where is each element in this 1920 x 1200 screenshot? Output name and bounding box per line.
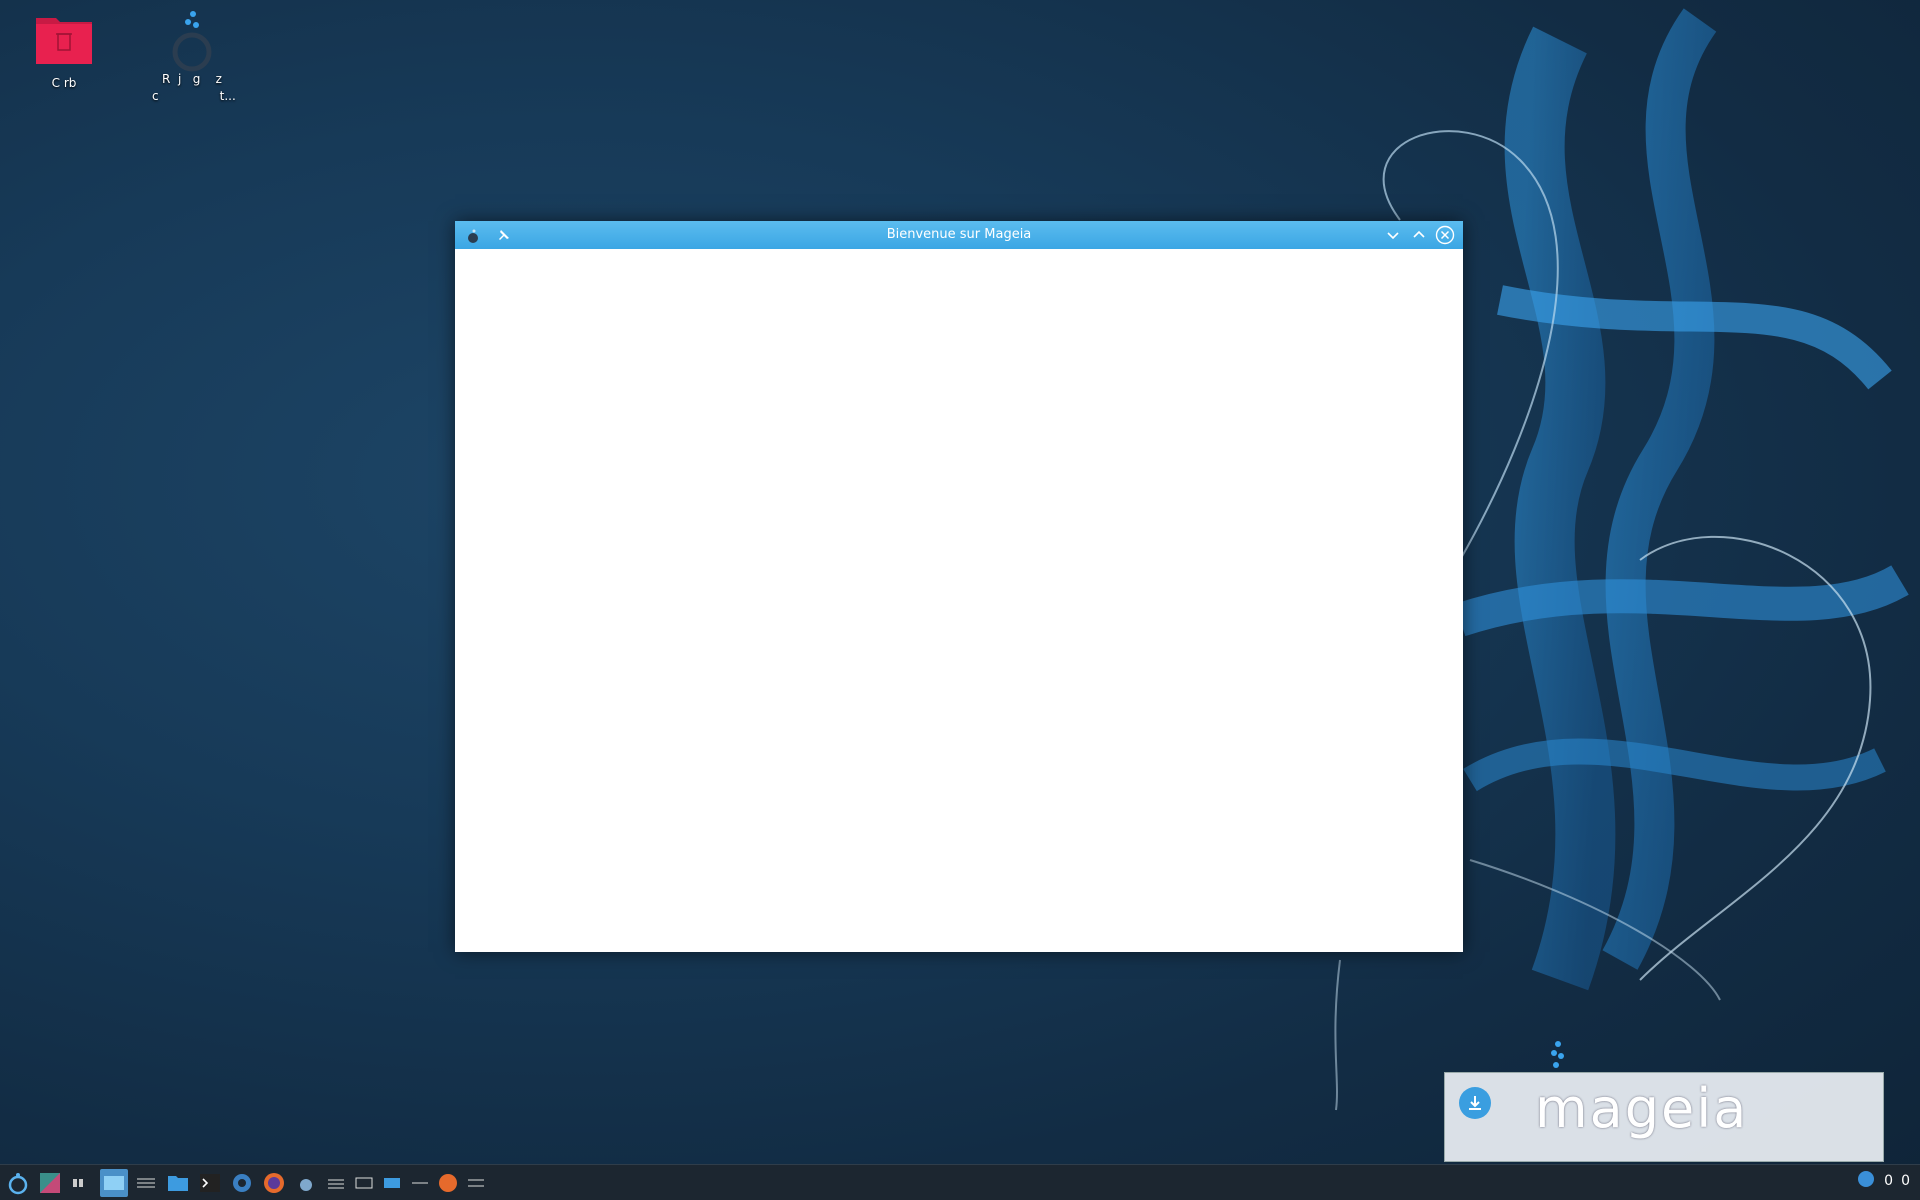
mageia-wordmark: mageia — [1535, 1077, 1749, 1140]
welcome-app-icon[interactable] — [292, 1169, 320, 1197]
terminal-icon[interactable] — [196, 1169, 224, 1197]
settings-icon[interactable] — [228, 1169, 256, 1197]
desktop-icon-label: R j g z c t... — [152, 72, 236, 103]
task-item[interactable] — [324, 1171, 348, 1195]
welcome-window[interactable]: Bienvenue sur Mageia — [455, 221, 1463, 952]
file-manager-icon[interactable] — [164, 1169, 192, 1197]
firefox-icon[interactable] — [260, 1169, 288, 1197]
network-icon[interactable] — [1856, 1169, 1876, 1193]
update-notification[interactable]: mageia — [1444, 1072, 1884, 1162]
task-item[interactable] — [352, 1171, 376, 1195]
minimize-button[interactable] — [1383, 225, 1403, 245]
taskbar: 0 0 — [0, 1164, 1920, 1200]
mageia-logo-icon — [172, 11, 212, 72]
pager-icon[interactable] — [68, 1169, 96, 1197]
task-item[interactable] — [408, 1171, 432, 1195]
maximize-button[interactable] — [1409, 225, 1429, 245]
chevron-down-icon — [1387, 232, 1399, 240]
desktop-icon-label: C rb — [51, 76, 77, 90]
mageia-start-icon — [8, 1172, 28, 1194]
start-menu-button[interactable] — [4, 1169, 32, 1197]
download-icon — [1459, 1087, 1491, 1119]
tray-item[interactable]: 0 — [1901, 1173, 1910, 1189]
desktop-1-button[interactable] — [100, 1168, 128, 1197]
desktop-icon-mageia[interactable]: R j g z c t... — [142, 8, 242, 105]
chevron-up-icon — [1413, 230, 1425, 238]
task-item[interactable] — [380, 1171, 404, 1195]
tray-item[interactable]: 0 — [1884, 1173, 1893, 1189]
task-item-firefox[interactable] — [436, 1171, 460, 1195]
close-button[interactable] — [1435, 225, 1455, 245]
close-icon — [1435, 225, 1455, 245]
desktop-2-button[interactable] — [132, 1169, 160, 1197]
task-item[interactable] — [464, 1171, 488, 1195]
mageia-bubbles-icon — [1551, 1041, 1564, 1068]
trash-icon — [36, 18, 92, 64]
window-title: Bienvenue sur Mageia — [886, 227, 1032, 242]
app-launcher-icon[interactable] — [36, 1169, 64, 1197]
window-content — [455, 249, 1463, 952]
window-titlebar[interactable]: Bienvenue sur Mageia — [455, 221, 1463, 249]
system-tray: 0 0 — [1856, 1169, 1910, 1193]
desktop-icon-trash[interactable]: C rb — [14, 12, 114, 92]
